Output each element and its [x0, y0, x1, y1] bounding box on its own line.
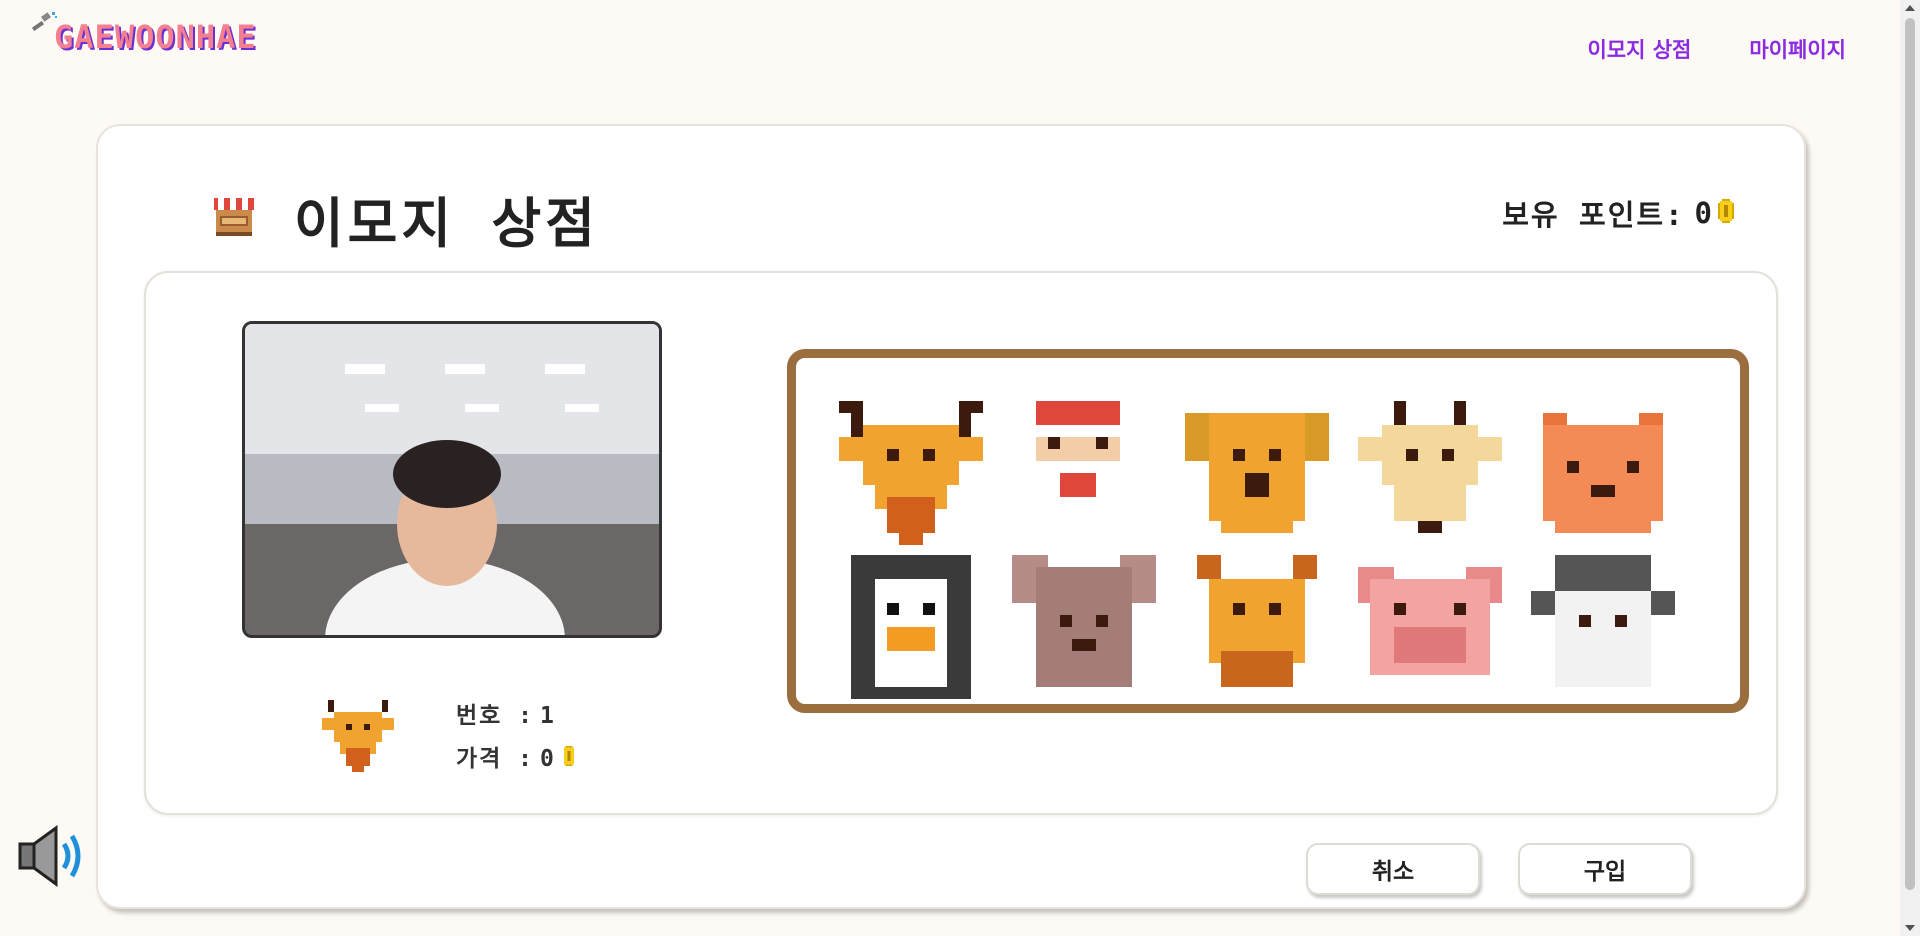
scroll-down-icon[interactable] [1905, 925, 1915, 931]
selected-emoji-preview [322, 700, 394, 776]
action-buttons: 취소 구입 [1306, 843, 1692, 895]
emoji-santa[interactable] [1012, 398, 1156, 548]
shop-title: 이모지 상점 [212, 179, 599, 258]
points-value: 0 [1694, 196, 1712, 230]
number-value: 1 [540, 703, 556, 729]
emoji-penguin[interactable] [839, 552, 983, 702]
scroll-up-icon[interactable] [1905, 5, 1915, 11]
emoji-grid [839, 398, 1675, 706]
emoji-pig[interactable] [1358, 552, 1502, 702]
logo-text: GAEWOONHAE [54, 18, 257, 56]
emoji-dog[interactable] [1185, 398, 1329, 548]
scroll-thumb[interactable] [1905, 18, 1915, 890]
number-row: 번호 : 1 [456, 695, 576, 738]
coin-icon [562, 738, 576, 781]
emoji-mouse[interactable] [1012, 552, 1156, 702]
cancel-button[interactable]: 취소 [1306, 843, 1480, 895]
nav-mypage[interactable]: 마이페이지 [1749, 34, 1846, 64]
emoji-goat[interactable] [1358, 398, 1502, 548]
buy-button[interactable]: 구입 [1518, 843, 1692, 895]
webcam-preview [242, 321, 662, 638]
emoji-sheep[interactable] [1531, 552, 1675, 702]
price-value: 0 [540, 746, 556, 772]
emoji-deer[interactable] [839, 398, 983, 548]
number-label: 번호 : [456, 703, 535, 729]
shop-icon [212, 196, 256, 242]
price-row: 가격 : 0 [456, 738, 576, 781]
coin-icon [1718, 196, 1734, 230]
selected-emoji-info: 번호 : 1 가격 : 0 [322, 695, 576, 781]
speaker-icon[interactable] [16, 824, 88, 892]
logo[interactable]: GAEWOONHAE [30, 10, 257, 56]
emoji-giraffe[interactable] [1185, 552, 1329, 702]
points-display: 보유 포인트: 0 [1502, 192, 1734, 234]
points-label: 보유 포인트: [1502, 198, 1685, 232]
nav-emoji-shop[interactable]: 이모지 상점 [1587, 34, 1691, 64]
emoji-tiger[interactable] [1531, 398, 1675, 548]
shop-inner-card: 번호 : 1 가격 : 0 [144, 271, 1778, 815]
scrollbar[interactable] [1900, 0, 1920, 936]
page-title: 이모지 상점 [294, 192, 599, 255]
price-label: 가격 : [456, 746, 535, 772]
shop-panel: 이모지 상점 보유 포인트: 0 번호: 1 가격: 0 취소 구입 [96, 124, 1806, 909]
top-nav: 이모지 상점 마이페이지 [1587, 34, 1846, 64]
emoji-grid-frame [787, 349, 1749, 713]
